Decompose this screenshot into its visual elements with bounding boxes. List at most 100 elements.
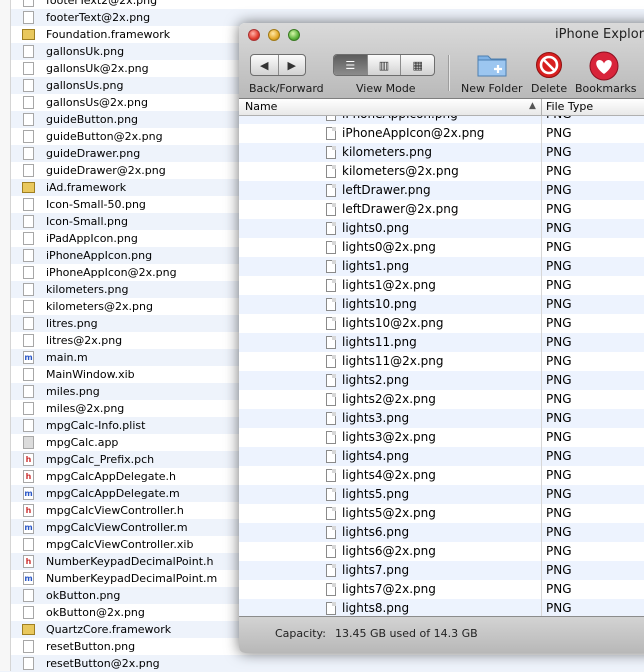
file-type: PNG	[546, 487, 572, 501]
file-name: lights0@2x.png	[342, 240, 436, 254]
file-row[interactable]: lights7.png PNG	[239, 561, 644, 580]
file-type: PNG	[546, 126, 572, 140]
file-row[interactable]: lights11@2x.png PNG	[239, 352, 644, 371]
file-file-icon	[23, 606, 34, 619]
file-name: kilometers@2x.png	[342, 164, 459, 178]
background-item-name: main.m	[46, 351, 88, 364]
document-icon	[326, 336, 336, 349]
file-file-icon	[23, 317, 34, 330]
background-item-name: iPadAppIcon.png	[46, 232, 138, 245]
close-window-button[interactable]	[248, 29, 260, 41]
file-row[interactable]: lights3@2x.png PNG	[239, 428, 644, 447]
file-name: lights5@2x.png	[342, 506, 436, 520]
new-folder-label[interactable]: New Folder	[461, 82, 522, 95]
file-type: PNG	[546, 278, 572, 292]
file-file-icon	[23, 249, 34, 262]
background-item-name: litres@2x.png	[46, 334, 123, 347]
file-row[interactable]: lights6@2x.png PNG	[239, 542, 644, 561]
file-row[interactable]: lights5@2x.png PNG	[239, 504, 644, 523]
file-row[interactable]: kilometers@2x.png PNG	[239, 162, 644, 181]
background-item-name: okButton@2x.png	[46, 606, 145, 619]
sort-ascending-icon: ▲	[529, 101, 536, 111]
file-row[interactable]: lights7@2x.png PNG	[239, 580, 644, 599]
file-file-icon	[23, 62, 34, 75]
zoom-window-button[interactable]	[288, 29, 300, 41]
file-row[interactable]: lights10.png PNG	[239, 295, 644, 314]
file-type: PNG	[546, 297, 572, 311]
list-view-button[interactable]: ☰	[334, 55, 368, 75]
document-icon	[326, 602, 336, 615]
delete-icon[interactable]	[535, 51, 563, 79]
file-row[interactable]: lights0.png PNG	[239, 219, 644, 238]
file-type: PNG	[546, 202, 572, 216]
background-item-name: Foundation.framework	[46, 28, 171, 41]
file-row[interactable]: iPhoneAppIcon.png PNG	[239, 116, 644, 124]
document-icon	[326, 241, 336, 254]
file-type: PNG	[546, 259, 572, 273]
capacity-value: 13.45 GB used of 14.3 GB	[335, 627, 478, 640]
file-type-column-header[interactable]: File Type	[546, 100, 593, 113]
background-item-name: MainWindow.xib	[46, 368, 135, 381]
file-row[interactable]: lights1.png PNG	[239, 257, 644, 276]
file-name: kilometers.png	[342, 145, 432, 159]
file-file-icon	[23, 300, 34, 313]
file-row[interactable]: lights2@2x.png PNG	[239, 390, 644, 409]
file-row[interactable]: leftDrawer@2x.png PNG	[239, 200, 644, 219]
file-row[interactable]: lights10@2x.png PNG	[239, 314, 644, 333]
background-list-item[interactable]: footerText2@2x.png	[0, 0, 644, 9]
file-name: lights7@2x.png	[342, 582, 436, 596]
document-icon	[326, 146, 336, 159]
file-name: lights4.png	[342, 449, 410, 463]
icon-view-icon: ▦	[412, 58, 423, 72]
name-column-header[interactable]: Name	[245, 100, 277, 113]
background-item-name: mpgCalc_Prefix.pch	[46, 453, 155, 466]
document-icon	[326, 545, 336, 558]
delete-label[interactable]: Delete	[531, 82, 567, 95]
bookmarks-label[interactable]: Bookmarks	[575, 82, 636, 95]
back-button[interactable]: ◀	[251, 55, 279, 75]
background-list-item[interactable]: resetButton@2x.png	[0, 655, 644, 672]
file-name: lights2@2x.png	[342, 392, 436, 406]
view-mode-control: ☰ ▥ ▦	[333, 54, 435, 76]
file-type: PNG	[546, 430, 572, 444]
file-row[interactable]: iPhoneAppIcon@2x.png PNG	[239, 124, 644, 143]
background-item-name: Icon-Small-50.png	[46, 198, 146, 211]
new-folder-icon[interactable]	[477, 51, 507, 77]
back-forward-label: Back/Forward	[249, 82, 324, 95]
file-name: lights10@2x.png	[342, 316, 444, 330]
file-type: PNG	[546, 183, 572, 197]
column-divider[interactable]	[541, 99, 542, 115]
background-item-name: mpgCalcAppDelegate.h	[46, 470, 177, 483]
file-row[interactable]: lights4.png PNG	[239, 447, 644, 466]
file-row[interactable]: kilometers.png PNG	[239, 143, 644, 162]
framework-icon	[22, 29, 35, 40]
background-item-name: mpgCalcViewController.xib	[46, 538, 194, 551]
document-icon	[326, 450, 336, 463]
background-item-name: kilometers@2x.png	[46, 300, 153, 313]
framework-icon	[22, 182, 35, 193]
document-icon	[326, 184, 336, 197]
file-row[interactable]: lights0@2x.png PNG	[239, 238, 644, 257]
background-item-name: Icon-Small.png	[46, 215, 128, 228]
file-name: lights6@2x.png	[342, 544, 436, 558]
file-row[interactable]: lights11.png PNG	[239, 333, 644, 352]
file-row[interactable]: lights3.png PNG	[239, 409, 644, 428]
column-view-button[interactable]: ▥	[368, 55, 402, 75]
back-arrow-icon: ◀	[260, 58, 269, 72]
file-file-icon	[23, 79, 34, 92]
background-item-name: okButton.png	[46, 589, 121, 602]
bookmarks-heart-icon[interactable]	[589, 51, 619, 81]
icon-view-button[interactable]: ▦	[401, 55, 434, 75]
file-row[interactable]: leftDrawer.png PNG	[239, 181, 644, 200]
file-row[interactable]: lights5.png PNG	[239, 485, 644, 504]
minimize-window-button[interactable]	[268, 29, 280, 41]
file-row[interactable]: lights2.png PNG	[239, 371, 644, 390]
file-row[interactable]: lights4@2x.png PNG	[239, 466, 644, 485]
forward-button[interactable]: ▶	[279, 55, 306, 75]
background-item-name: iAd.framework	[46, 181, 127, 194]
window-toolbar: iPhone Explore ◀ ▶ Back/Forward ☰ ▥ ▦ Vi…	[239, 23, 644, 99]
background-item-name: guideButton.png	[46, 113, 139, 126]
file-row[interactable]: lights1@2x.png PNG	[239, 276, 644, 295]
file-row[interactable]: lights6.png PNG	[239, 523, 644, 542]
file-row[interactable]: lights8.png PNG	[239, 599, 644, 616]
